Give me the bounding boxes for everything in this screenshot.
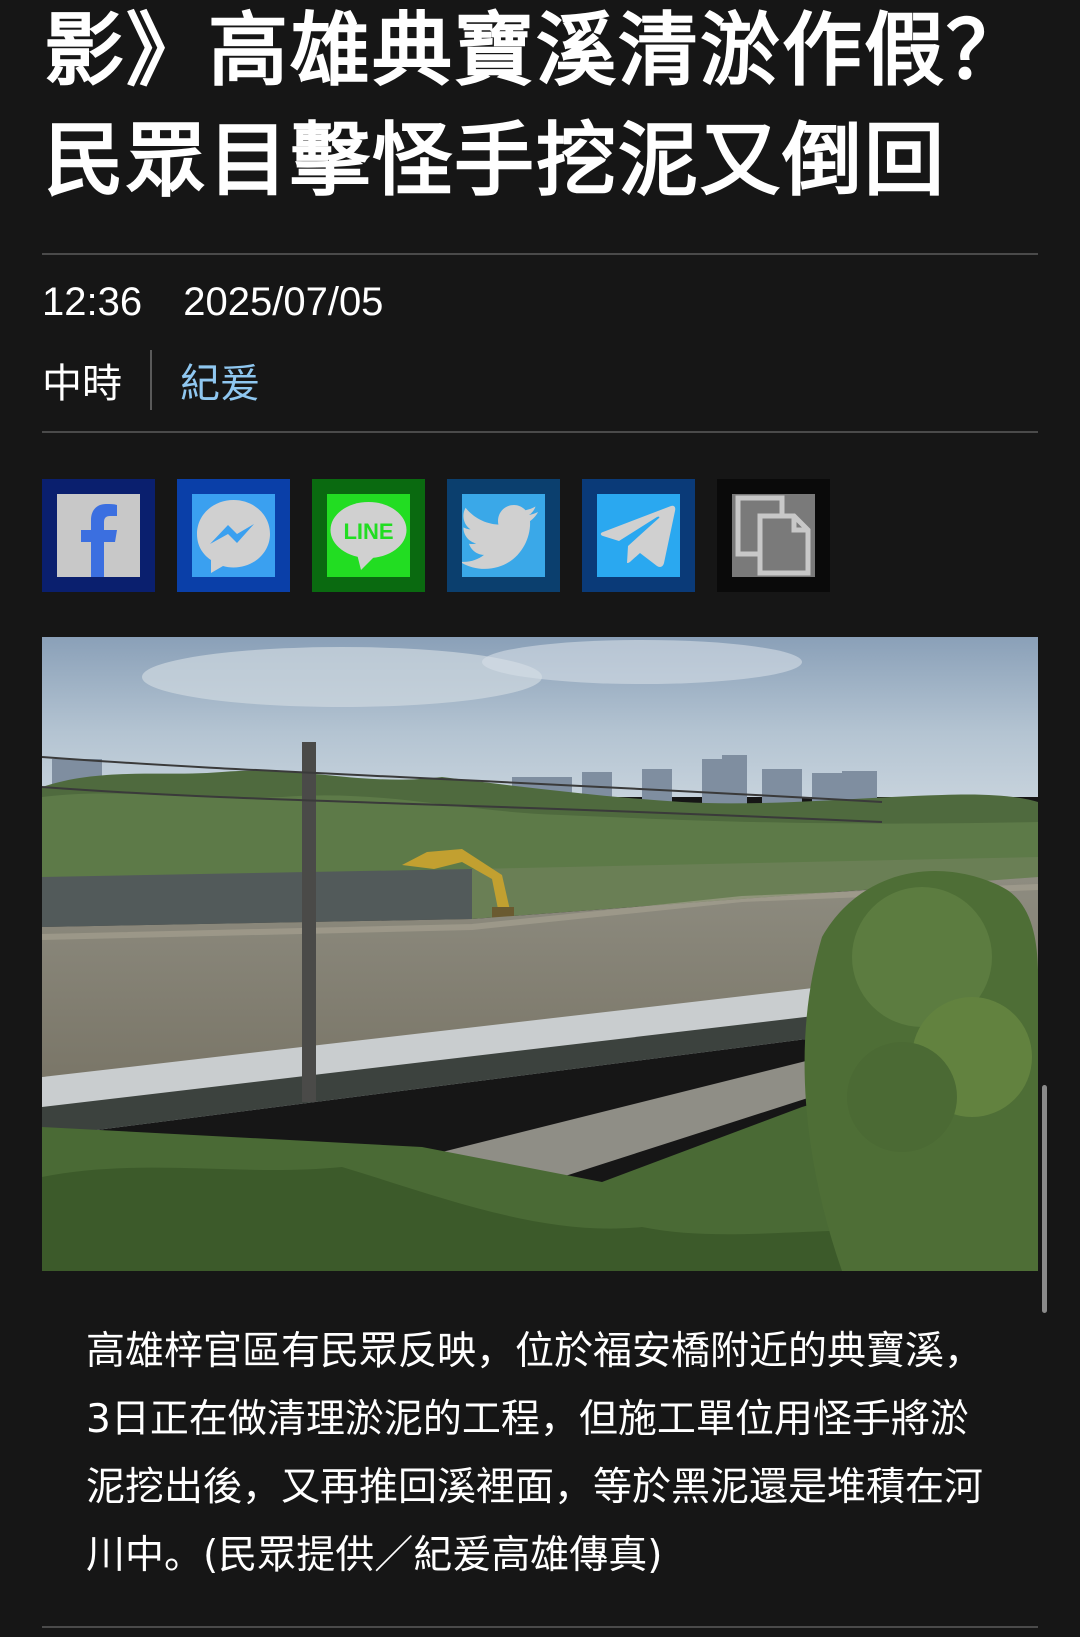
source-label: 中時: [42, 361, 122, 407]
byline-separator: [150, 350, 152, 410]
headline-line-2: 民眾目擊怪手挖泥又倒回: [44, 114, 946, 207]
share-copy-button[interactable]: [717, 479, 830, 592]
article-photo: [42, 637, 1038, 1271]
copy-icon: [732, 494, 815, 577]
share-facebook-button[interactable]: [42, 479, 155, 592]
svg-text:LINE: LINE: [343, 519, 393, 544]
page-scrollbar[interactable]: [1042, 1085, 1047, 1313]
share-bar: LINE: [42, 479, 830, 592]
messenger-icon: [192, 494, 275, 577]
publish-time: 12:36: [42, 280, 143, 324]
share-messenger-button[interactable]: [177, 479, 290, 592]
publish-date: 2025/07/05: [183, 280, 384, 324]
photo-caption: 高雄梓官區有民眾反映，位於福安橋附近的典寶溪，3日正在做清理淤泥的工程，但施工單…: [86, 1329, 984, 1578]
article-headline: 影》高雄典寶溪清淤作假？ 民眾目擊怪手挖泥又倒回: [44, 0, 1044, 216]
divider-bottom: [42, 431, 1038, 433]
byline: 中時 紀爰: [42, 350, 260, 410]
divider-caption: [42, 1626, 1038, 1628]
publish-datetime: 12:36 2025/07/05: [42, 280, 413, 325]
headline-line-1: 影》高雄典寶溪清淤作假？: [44, 4, 1028, 97]
share-telegram-button[interactable]: [582, 479, 695, 592]
twitter-icon: [462, 494, 545, 577]
line-icon: LINE: [327, 494, 410, 577]
share-line-button[interactable]: LINE: [312, 479, 425, 592]
author-link[interactable]: 紀爰: [180, 351, 260, 409]
divider-top: [42, 253, 1038, 255]
share-twitter-button[interactable]: [447, 479, 560, 592]
facebook-icon: [57, 494, 140, 577]
telegram-icon: [597, 494, 680, 577]
